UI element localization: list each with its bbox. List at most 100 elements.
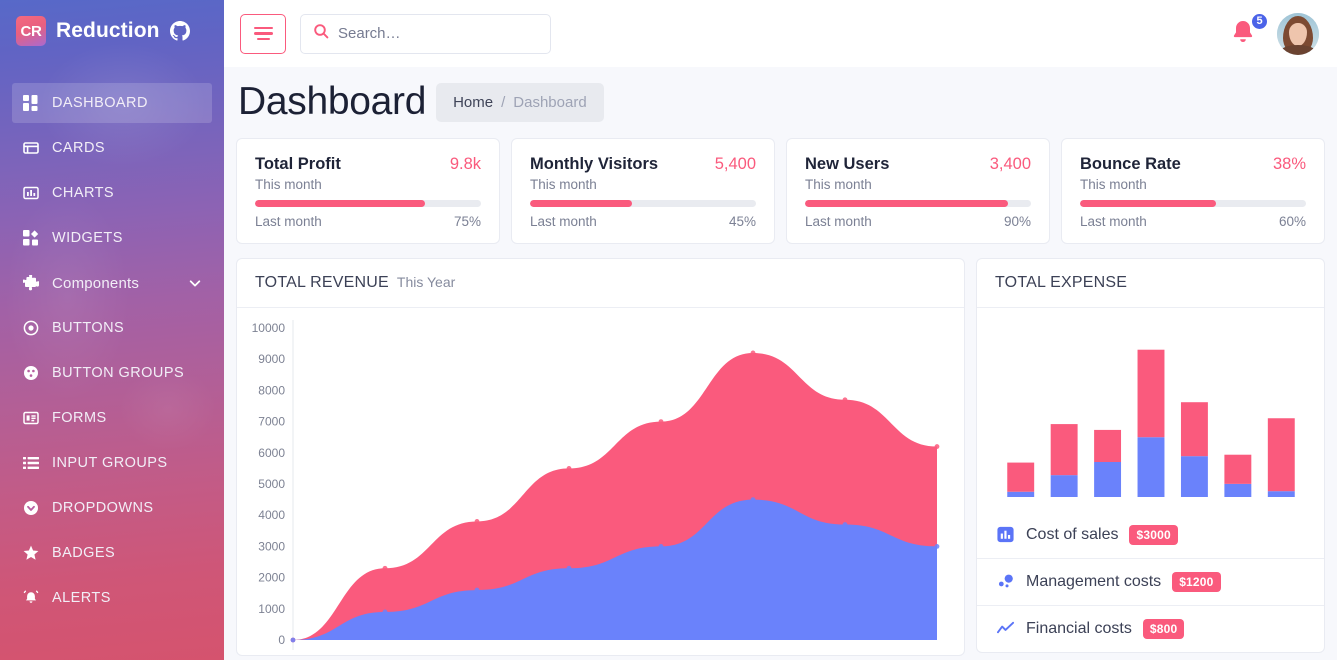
legend-row-management-costs[interactable]: Management costs $1200 [977, 558, 1324, 605]
sidebar-item-buttons[interactable]: BUTTONS [12, 308, 212, 348]
sidebar-item-charts[interactable]: CHARTS [12, 173, 212, 213]
sidebar-item-label: BADGES [52, 545, 115, 561]
total-expense-panel: TOTAL EXPENSE Cost of sales $3000 [976, 258, 1325, 653]
stat-header: Bounce Rate 38% [1080, 155, 1306, 174]
sidebar-item-label: ALERTS [52, 590, 111, 606]
sidebar-item-dashboard[interactable]: DASHBOARD [12, 83, 212, 123]
total-revenue-panel: TOTAL REVENUE This Year 0100020003000400… [236, 258, 965, 656]
stat-title: New Users [805, 155, 889, 174]
stat-title: Monthly Visitors [530, 155, 658, 174]
svg-text:2000: 2000 [258, 570, 285, 584]
sidebar-item-forms[interactable]: FORMS [12, 398, 212, 438]
widgets-icon [22, 229, 40, 247]
dropdown-icon [22, 499, 40, 517]
expense-bar-chart[interactable] [991, 322, 1311, 497]
bar-chart-icon [22, 184, 40, 202]
topbar-actions: 5 [1229, 13, 1319, 55]
sidebar-item-badges[interactable]: BADGES [12, 533, 212, 573]
svg-text:6000: 6000 [258, 446, 285, 460]
stat-subtitle: This month [1080, 177, 1306, 192]
search-box[interactable] [300, 14, 551, 54]
chevron-down-icon[interactable] [188, 276, 202, 290]
menu-line [254, 32, 273, 35]
stat-footer: Last month 60% [1080, 214, 1306, 229]
stat-footer: Last month 90% [805, 214, 1031, 229]
stat-subtitle: This month [255, 177, 481, 192]
stat-header: New Users 3,400 [805, 155, 1031, 174]
brand-name: Reduction [56, 19, 160, 43]
sidebar-item-label: Components [52, 275, 139, 292]
list-icon [22, 454, 40, 472]
sidebar: CR Reduction DASHBOARD CARDS [0, 0, 224, 660]
brand-logo: CR [16, 16, 46, 46]
button-groups-icon [22, 364, 40, 382]
panel-title: TOTAL EXPENSE [995, 274, 1127, 292]
panel-title: TOTAL REVENUE [255, 274, 389, 292]
sidebar-item-button-groups[interactable]: BUTTON GROUPS [12, 353, 212, 393]
progress-fill [1080, 200, 1216, 207]
sidebar-item-label: CHARTS [52, 185, 114, 201]
menu-toggle-button[interactable] [240, 14, 286, 54]
stat-header: Monthly Visitors 5,400 [530, 155, 756, 174]
github-icon[interactable] [170, 21, 190, 41]
app-root: CR Reduction DASHBOARD CARDS [0, 0, 1337, 660]
stat-prev-label: Last month [255, 214, 322, 229]
sidebar-item-alerts[interactable]: ALERTS [12, 578, 212, 618]
stat-title: Bounce Rate [1080, 155, 1181, 174]
line-chart-icon [995, 619, 1015, 639]
user-avatar[interactable] [1277, 13, 1319, 55]
puzzle-icon [22, 274, 40, 292]
progress-fill [530, 200, 632, 207]
svg-text:1000: 1000 [258, 602, 285, 616]
svg-text:4000: 4000 [258, 508, 285, 522]
notification-badge: 5 [1250, 12, 1269, 31]
legend-amount-badge: $1200 [1172, 572, 1220, 592]
sidebar-item-input-groups[interactable]: INPUT GROUPS [12, 443, 212, 483]
stat-subtitle: This month [530, 177, 756, 192]
stat-cards: Total Profit 9.8k This month Last month … [236, 138, 1325, 244]
stat-card-monthly-visitors: Monthly Visitors 5,400 This month Last m… [511, 138, 775, 244]
stat-percent: 60% [1279, 214, 1306, 229]
avatar-shoulder [1280, 45, 1316, 55]
progress-track [1080, 200, 1306, 207]
menu-line [257, 38, 270, 41]
brand[interactable]: CR Reduction [0, 0, 224, 62]
sidebar-item-label: DASHBOARD [52, 95, 148, 111]
panel-header: TOTAL EXPENSE [977, 259, 1324, 308]
dashboard-grid-icon [22, 94, 40, 112]
sidebar-item-label: DROPDOWNS [52, 500, 154, 516]
stat-value: 5,400 [715, 155, 756, 174]
progress-track [530, 200, 756, 207]
search-input[interactable] [338, 25, 538, 42]
breadcrumb-current: Dashboard [513, 94, 586, 111]
legend-row-financial-costs[interactable]: Financial costs $800 [977, 605, 1324, 652]
breadcrumb-home[interactable]: Home [453, 94, 493, 111]
sidebar-item-label: BUTTON GROUPS [52, 365, 184, 381]
bell-icon [1229, 34, 1257, 51]
svg-text:7000: 7000 [258, 414, 285, 428]
stat-title: Total Profit [255, 155, 341, 174]
menu-line [254, 27, 273, 30]
progress-track [805, 200, 1031, 207]
svg-text:3000: 3000 [258, 539, 285, 553]
main-area: 5 Dashboard Home / Dashboard [224, 0, 1337, 660]
radio-circle-icon [22, 319, 40, 337]
sidebar-item-label: FORMS [52, 410, 107, 426]
legend-amount-badge: $3000 [1129, 525, 1177, 545]
sidebar-item-widgets[interactable]: WIDGETS [12, 218, 212, 258]
legend-row-cost-of-sales[interactable]: Cost of sales $3000 [977, 512, 1324, 558]
sidebar-item-dropdowns[interactable]: DROPDOWNS [12, 488, 212, 528]
progress-track [255, 200, 481, 207]
notifications-button[interactable]: 5 [1229, 17, 1259, 51]
stat-prev-label: Last month [805, 214, 872, 229]
page-content: Dashboard Home / Dashboard Total Profit … [224, 67, 1337, 660]
svg-text:8000: 8000 [258, 383, 285, 397]
sidebar-item-components[interactable]: Components [12, 263, 212, 303]
sidebar-item-cards[interactable]: CARDS [12, 128, 212, 168]
stat-value: 9.8k [450, 155, 481, 174]
expense-chart-body [977, 308, 1324, 512]
revenue-area-chart[interactable]: 0100020003000400050006000700080009000100… [245, 320, 945, 650]
progress-fill [255, 200, 425, 207]
stat-card-total-profit: Total Profit 9.8k This month Last month … [236, 138, 500, 244]
progress-fill [805, 200, 1008, 207]
